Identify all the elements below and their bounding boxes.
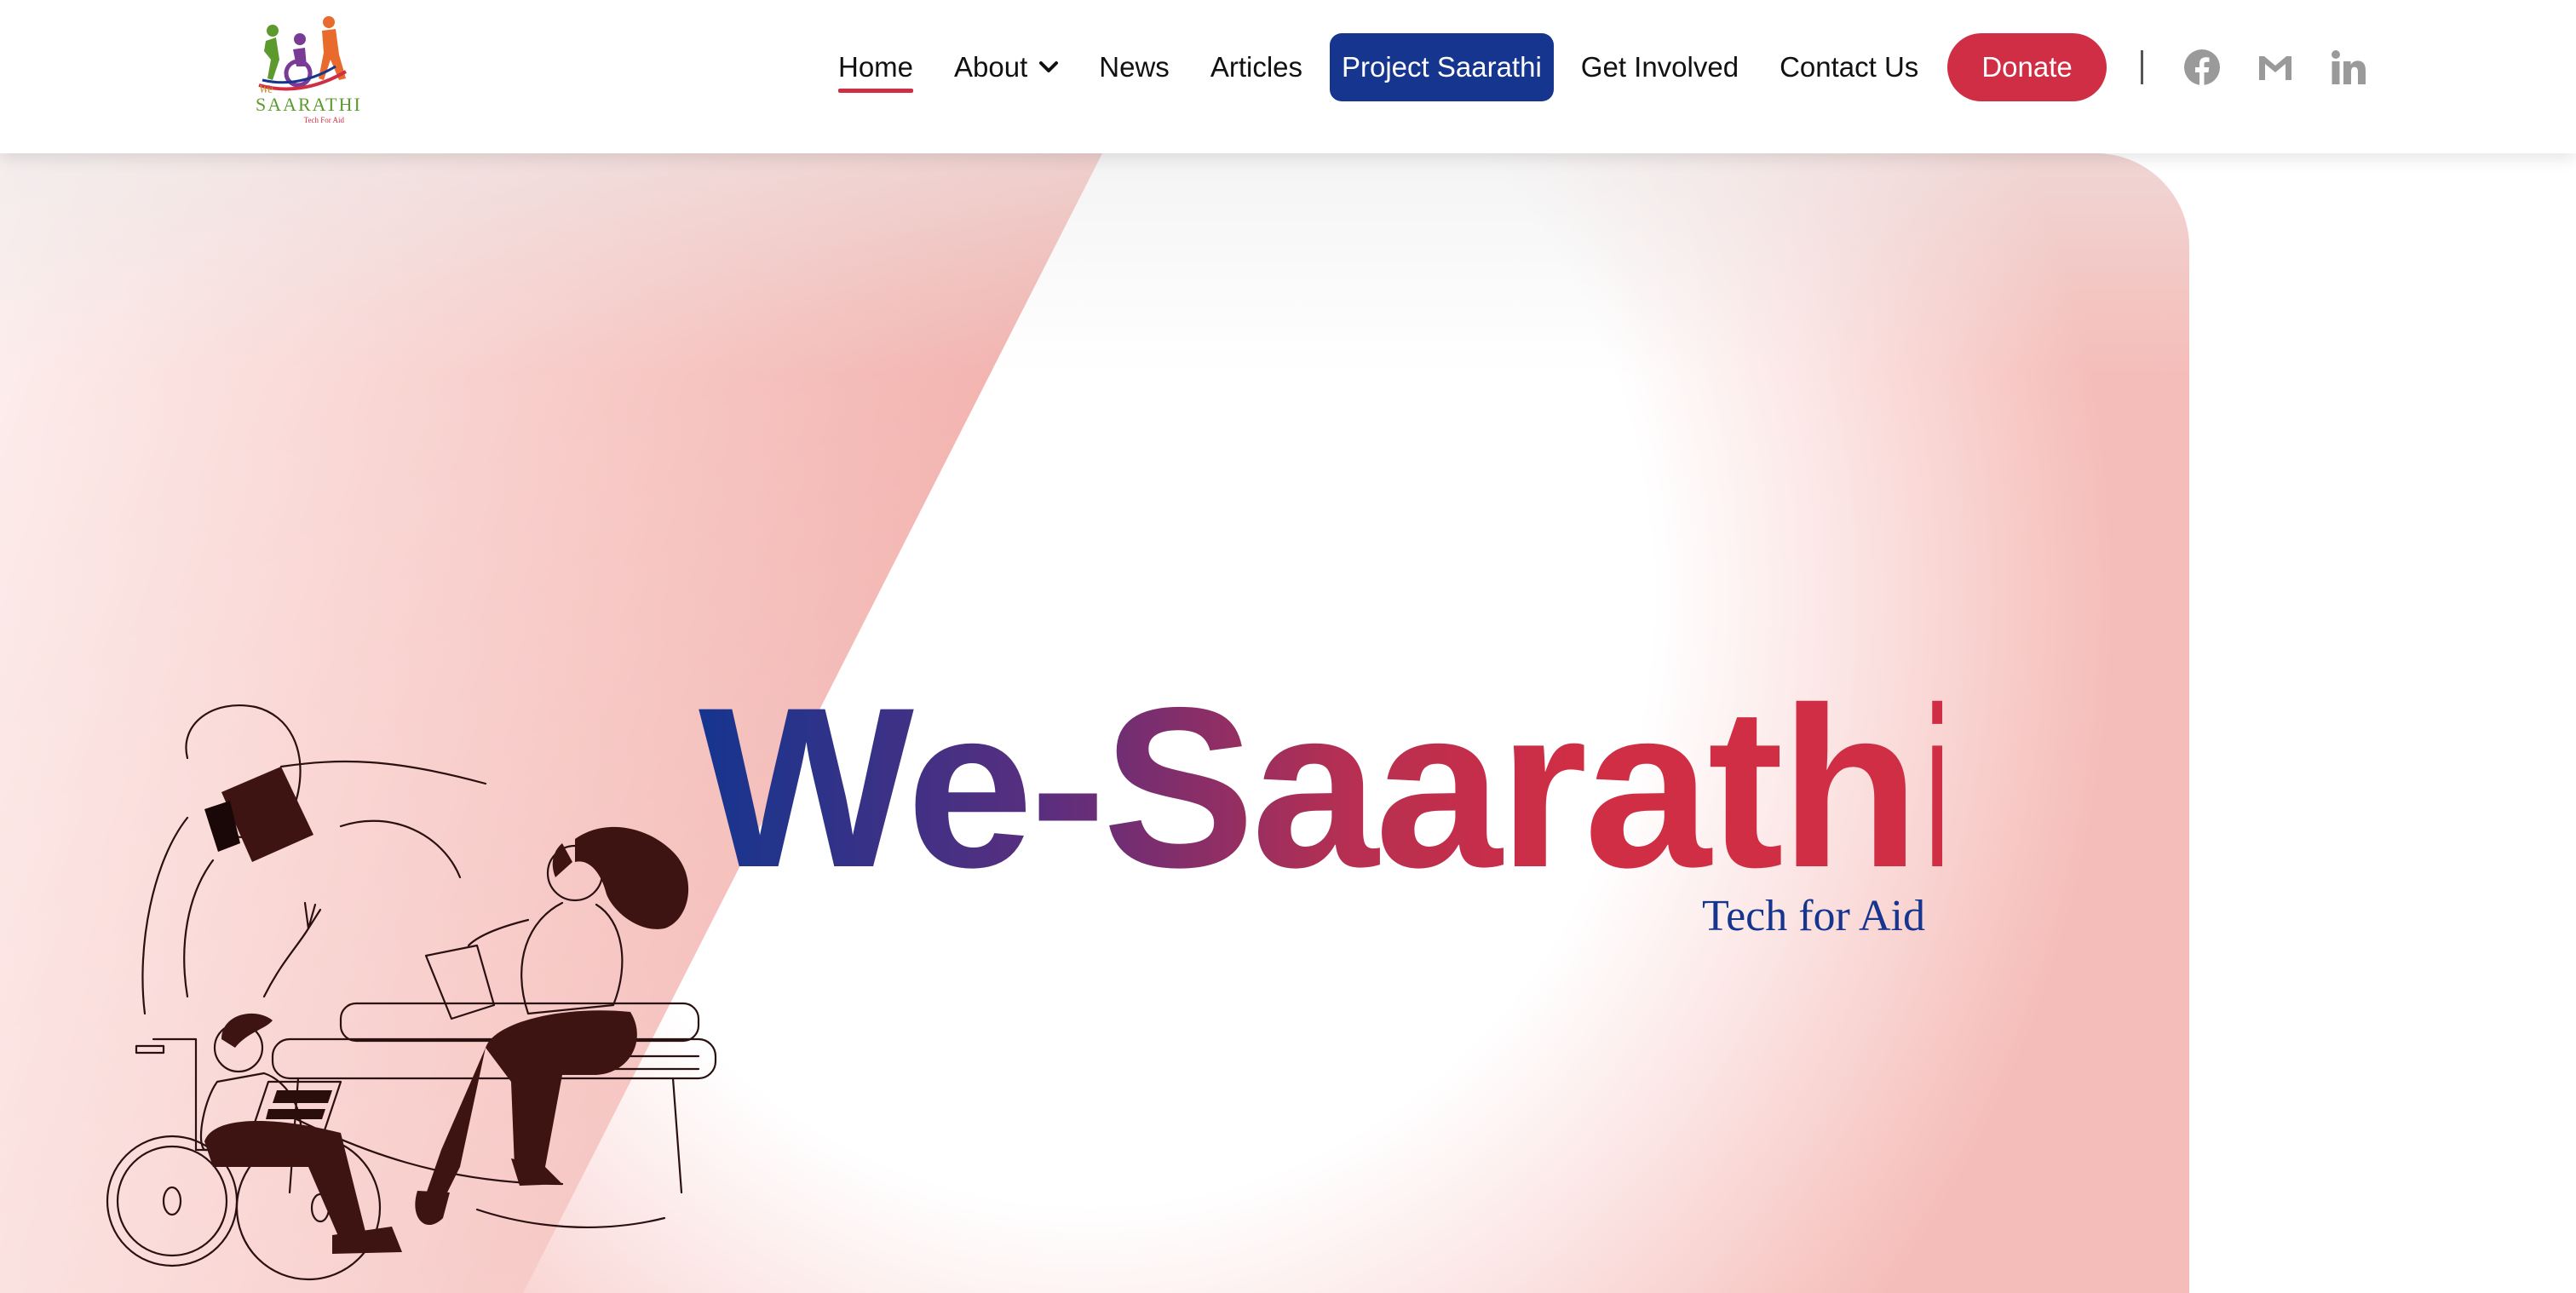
nav-contact-us[interactable]: Contact Us <box>1759 33 1939 101</box>
site-header: We SAARATHI Tech For Aid Home About News… <box>0 0 2576 153</box>
linkedin-link[interactable] <box>2328 47 2369 88</box>
nav-get-involved-label: Get Involved <box>1580 51 1739 83</box>
linkedin-icon <box>2331 50 2366 84</box>
nav-articles-label: Articles <box>1210 51 1302 83</box>
nav-project-saarathi[interactable]: Project Saarathi <box>1330 33 1554 101</box>
nav-about[interactable]: About <box>934 33 1078 101</box>
nav-get-involved[interactable]: Get Involved <box>1561 33 1759 101</box>
main-nav: Home About News Articles Project Saarath… <box>818 32 2385 102</box>
nav-about-label: About <box>954 51 1028 83</box>
wheelchair-user-and-woman-illustration <box>106 704 717 1281</box>
facebook-link[interactable] <box>2182 47 2222 88</box>
gmail-icon <box>2258 56 2291 80</box>
donate-button[interactable]: Donate <box>1947 33 2107 101</box>
site-logo[interactable]: We SAARATHI Tech For Aid <box>250 12 362 126</box>
hero-title: We-Saarathi <box>699 659 1980 915</box>
nav-divider <box>2140 50 2143 84</box>
nav-home-label: Home <box>838 51 914 83</box>
nav-news[interactable]: News <box>1078 33 1190 101</box>
nav-project-saarathi-label: Project Saarathi <box>1342 51 1542 83</box>
nav-home[interactable]: Home <box>818 33 934 101</box>
hero-top-shadow <box>0 153 2189 375</box>
chevron-down-icon <box>1039 61 1059 73</box>
hero-section: We-Saarathi Tech for Aid <box>0 153 2189 1293</box>
nav-news-label: News <box>1099 51 1170 83</box>
logo-wordmark: SAARATHI <box>256 94 362 115</box>
hero-subtitle: Tech for Aid <box>1701 892 1925 940</box>
logo-tagline: Tech For Aid <box>303 116 344 124</box>
nav-contact-us-label: Contact Us <box>1780 51 1919 83</box>
facebook-icon <box>2183 49 2220 86</box>
gmail-link[interactable] <box>2255 47 2296 88</box>
nav-articles[interactable]: Articles <box>1190 33 1323 101</box>
